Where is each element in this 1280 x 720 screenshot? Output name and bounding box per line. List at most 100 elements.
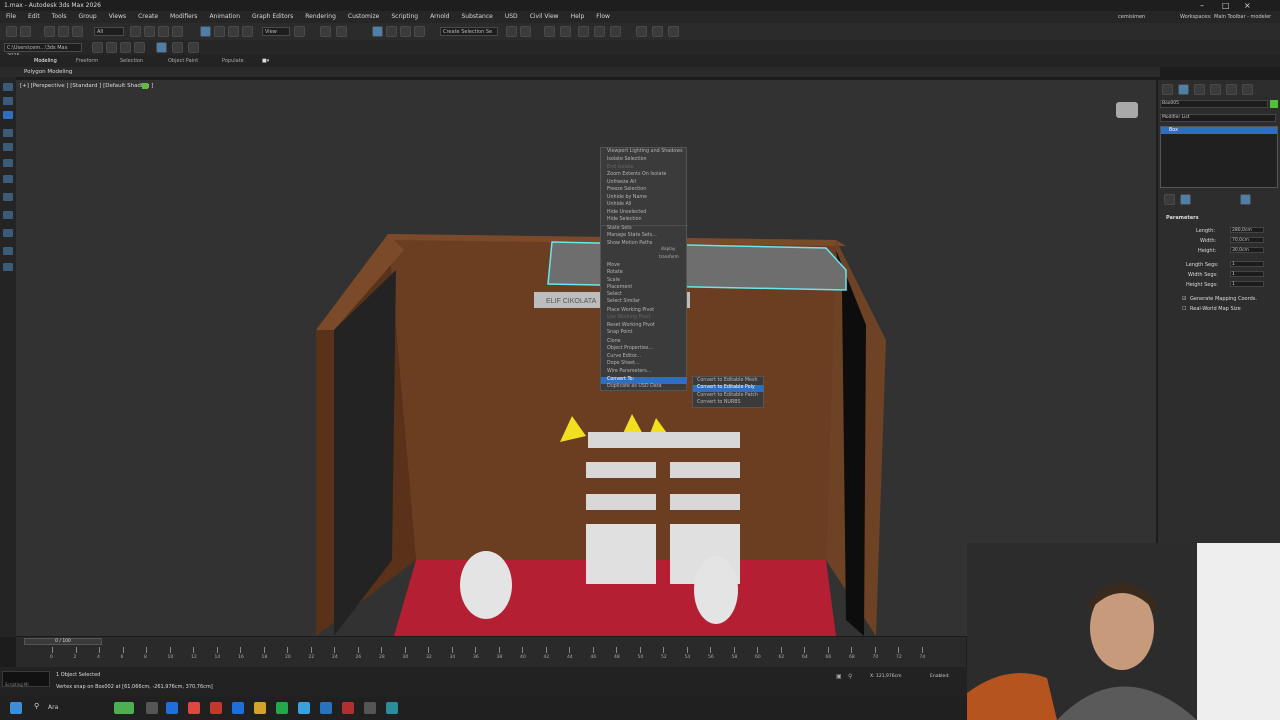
named-selection-sets-field[interactable]: Create Selection Se [440,27,498,36]
parameters-rollout-title[interactable]: Parameters [1166,215,1199,221]
maxscript-listener[interactable]: Scripting Mi [2,671,50,687]
file-explorer-icon[interactable] [254,702,266,714]
snaps-toggle-icon[interactable] [372,26,383,37]
workspace-dropdown[interactable]: Main Toolbar - modeler [1214,11,1271,23]
menu-item-hide-selection[interactable]: Hide Selection [607,217,642,222]
menu-customize[interactable]: Customize [342,11,386,23]
minimize-icon[interactable]: – [1200,0,1204,11]
convert-editable-poly[interactable]: Convert to Editable Poly [697,385,755,390]
render-production-icon[interactable] [668,26,679,37]
object-color-swatch[interactable] [1270,100,1278,108]
telegram-icon[interactable] [298,702,310,714]
project-path-field[interactable]: C:\Users\cem...\3ds Max 2026 [4,43,82,59]
param-height-spinner[interactable]: 30,0cm [1230,247,1264,253]
layout-icon[interactable] [3,83,13,91]
redo-icon[interactable] [20,26,31,37]
param-length-segs-spinner[interactable]: 1 [1230,261,1264,267]
menu-item-use-working-pivot[interactable]: Use Working Pivot [607,315,650,320]
chrome-icon[interactable] [188,702,200,714]
selection-filter-dropdown[interactable]: All [94,27,124,36]
task-view-icon[interactable] [146,702,158,714]
spotify-icon[interactable] [276,702,288,714]
app-icon[interactable] [320,702,332,714]
widgets-icon[interactable] [114,702,134,714]
taskbar-search-label[interactable]: Ara [48,704,58,711]
menu-group[interactable]: Group [72,11,102,23]
rendered-frame-window-icon[interactable] [652,26,663,37]
pin-stack-icon[interactable] [1164,194,1175,205]
menu-item-duplicate-usd[interactable]: Duplicate as USD Data [607,384,662,389]
modifier-list-dropdown[interactable]: Modifier List [1160,114,1276,122]
menu-item-dope-sheet[interactable]: Dope Sheet... [607,361,640,366]
tab-object-paint[interactable]: Object Paint [168,55,198,67]
object-name-field[interactable]: Box005 [1160,100,1268,108]
menu-flow[interactable]: Flow [590,11,616,23]
menu-item-show-motion-paths[interactable]: Show Motion Paths [607,241,652,246]
layout-tab-icon[interactable] [3,229,13,237]
start-icon[interactable] [10,702,22,714]
close-icon[interactable]: × [1244,0,1251,11]
menu-item-reset-working-pivot[interactable]: Reset Working Pivot [607,323,655,328]
two-viewport-icon[interactable] [3,143,13,151]
menu-edit[interactable]: Edit [22,11,46,23]
menu-tools[interactable]: Tools [46,11,73,23]
percent-snap-icon[interactable] [400,26,411,37]
modifier-stack-item[interactable]: Box [1161,127,1277,134]
convert-editable-patch[interactable]: Convert to Editable Patch [697,393,758,398]
recorder-icon[interactable] [342,702,354,714]
material-editor-icon[interactable] [610,26,621,37]
menu-item-unhide-all[interactable]: Unhide All [607,202,631,207]
pivot-center-icon[interactable] [294,26,305,37]
browser-icon[interactable] [232,702,244,714]
param-height-segs-spinner[interactable]: 1 [1230,281,1264,287]
menu-item-select[interactable]: Select [607,292,622,297]
menu-item-rotate[interactable]: Rotate [607,270,623,275]
curve-editor-icon[interactable] [578,26,589,37]
menu-help[interactable]: Help [565,11,591,23]
menu-usd[interactable]: USD [499,11,524,23]
menu-item-wire-parameters[interactable]: Wire Parameters... [607,369,651,374]
active-layout-icon[interactable] [3,111,13,119]
menu-item-object-properties[interactable]: Object Properties... [607,346,653,351]
reference-coordinate-dropdown[interactable]: View [262,27,290,36]
menu-create[interactable]: Create [132,11,164,23]
tab-freeform[interactable]: Freeform [76,55,98,67]
menu-item-snap-point[interactable]: Snap Point [607,330,633,335]
menu-item-move[interactable]: Move [607,263,620,268]
menu-scripting[interactable]: Scripting [385,11,424,23]
menu-civil-view[interactable]: Civil View [524,11,565,23]
user-account[interactable]: cemisimen [1118,11,1145,23]
window-crossing-icon[interactable] [172,26,183,37]
mirror-icon[interactable] [506,26,517,37]
menu-item-hide-unselected[interactable]: Hide Unselected [607,210,646,215]
vertical-split-icon[interactable] [3,175,13,183]
link-icon[interactable] [44,26,55,37]
layer-explorer-icon[interactable] [560,26,571,37]
angle-snap-icon[interactable] [386,26,397,37]
menu-item-place-working-pivot[interactable]: Place Working Pivot [607,308,654,313]
select-move-icon[interactable] [200,26,211,37]
menu-file[interactable]: File [0,11,22,23]
four-split-icon[interactable] [3,211,13,219]
isolate-toggle-icon[interactable] [156,42,167,53]
select-scale-icon[interactable] [228,26,239,37]
bind-space-warp-icon[interactable] [72,26,83,37]
select-manipulate-icon[interactable] [320,26,331,37]
spinner-snap-icon[interactable] [414,26,425,37]
menu-substance[interactable]: Substance [455,11,498,23]
undo-icon[interactable] [6,26,17,37]
time-slider[interactable]: 0 / 100 [24,638,102,645]
menu-modifiers[interactable]: Modifiers [164,11,203,23]
single-viewport-icon[interactable] [3,97,13,105]
menu-item-manage-state-sets[interactable]: Manage State Sets... [607,233,657,238]
schematic-view-icon[interactable] [594,26,605,37]
menu-graph-editors[interactable]: Graph Editors [246,11,299,23]
render-setup-icon[interactable] [636,26,647,37]
param-width-spinner[interactable]: 70,0cm [1230,237,1264,243]
tab-populate[interactable]: Populate [222,55,244,67]
param-width-segs-spinner[interactable]: 1 [1230,271,1264,277]
menu-item-clone[interactable]: Clone [607,339,621,344]
lock-selection-icon[interactable]: ⚲ [848,673,852,680]
search-icon[interactable]: ⚲ [34,702,39,710]
viewport-label[interactable]: [+] [Perspective ] [Standard ] [Default … [20,83,153,89]
